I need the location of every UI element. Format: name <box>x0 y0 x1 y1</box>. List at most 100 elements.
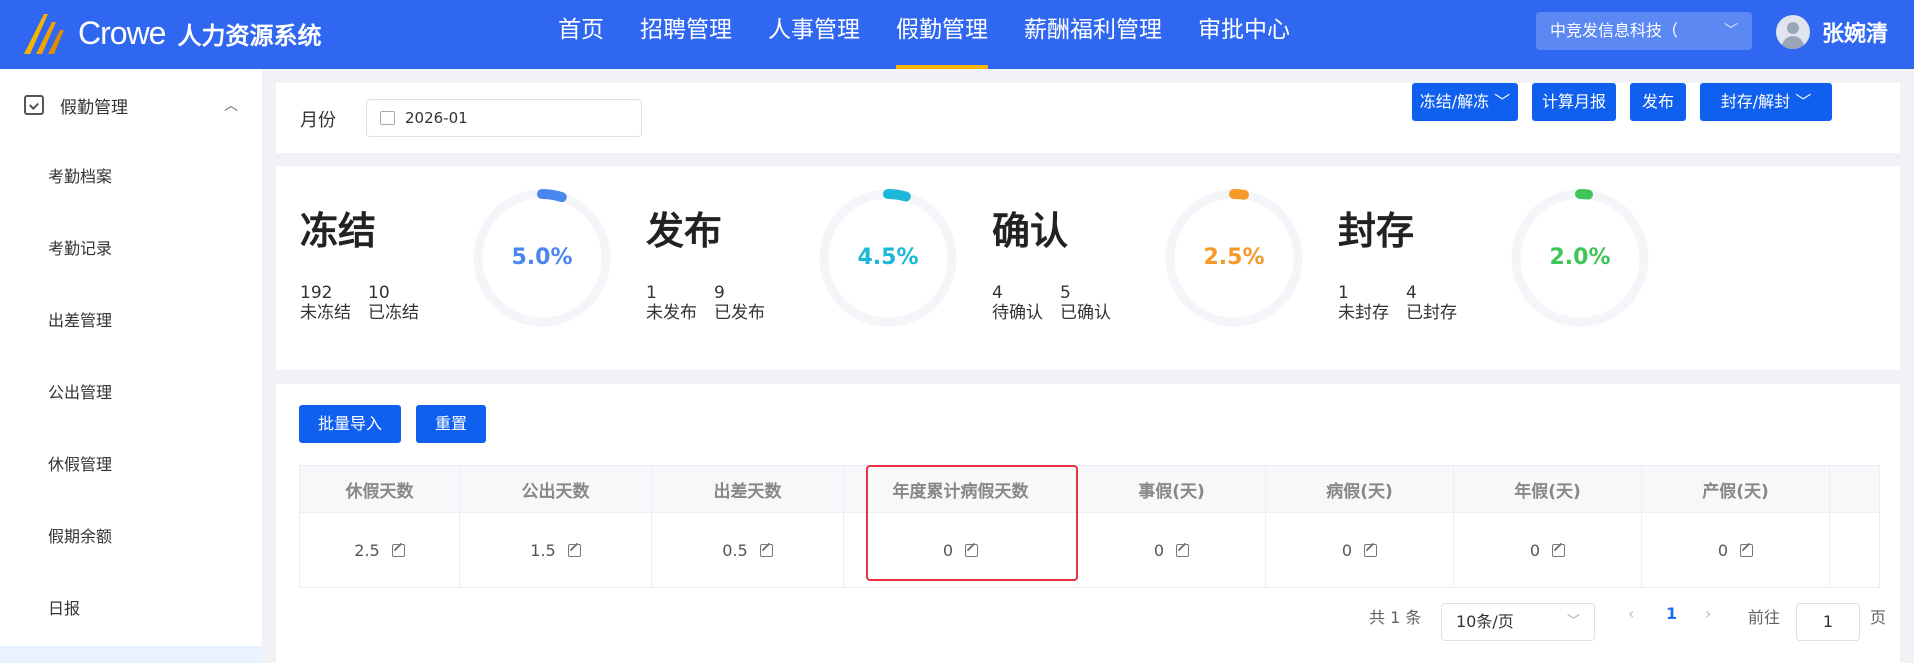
sidebar-item-active[interactable] <box>0 646 262 663</box>
stat-label-2: 已冻结 <box>368 303 419 323</box>
sidebar-item-attendance-file[interactable]: 考勤档案 <box>0 141 262 213</box>
sidebar-item-daily-report[interactable]: 日报 <box>0 573 262 645</box>
column-header-extra <box>1829 465 1880 513</box>
top-navigation-bar: Crowe 人力资源系统 首页 招聘管理 人事管理 假勤管理 薪酬福利管理 审批… <box>0 0 1914 69</box>
nav-recruitment[interactable]: 招聘管理 <box>622 0 750 69</box>
column-header[interactable]: 公出天数 <box>459 465 652 513</box>
calculate-monthly-button[interactable]: 计算月报 <box>1532 83 1616 121</box>
edit-icon[interactable] <box>759 543 773 557</box>
table-cell: 0 <box>1077 512 1266 588</box>
page-number-current[interactable]: 1 <box>1666 604 1677 623</box>
goto-page-input[interactable]: 1 <box>1796 603 1860 641</box>
sidebar-item-leave[interactable]: 休假管理 <box>0 429 262 501</box>
table-cell: 0 <box>1453 512 1642 588</box>
user-name: 张婉清 <box>1822 22 1889 47</box>
cell-value: 0 <box>1341 540 1353 560</box>
stat-label-2: 已确认 <box>1060 303 1111 323</box>
nav-home[interactable]: 首页 <box>540 0 622 69</box>
reset-button[interactable]: 重置 <box>416 405 486 443</box>
column-header[interactable]: 年假(天) <box>1453 465 1642 513</box>
chevron-down-icon: ﹀ <box>1494 92 1511 111</box>
progress-percent: 4.5% <box>857 245 919 270</box>
stat-label-1: 未发布 <box>646 303 697 323</box>
edit-icon[interactable] <box>391 543 405 557</box>
sidebar-group-attendance[interactable]: 假勤管理 ︿ <box>0 69 262 141</box>
nav-payroll[interactable]: 薪酬福利管理 <box>1006 0 1180 69</box>
progress-percent: 2.5% <box>1203 245 1265 270</box>
stat-title: 发布 <box>646 209 723 253</box>
freeze-unfreeze-button[interactable]: 冻结/解冻 ﹀ <box>1412 83 1518 121</box>
column-header[interactable]: 事假(天) <box>1077 465 1266 513</box>
column-header[interactable]: 产假(天) <box>1641 465 1830 513</box>
stat-label-2: 已封存 <box>1406 303 1457 323</box>
logo[interactable]: Crowe 人力资源系统 <box>22 8 321 58</box>
table-cell: 2.5 <box>299 512 460 588</box>
cell-value: 0 <box>1153 540 1165 560</box>
stat-count-2: 5 <box>1060 283 1071 303</box>
nav-approval[interactable]: 审批中心 <box>1180 0 1308 69</box>
page-suffix: 页 <box>1870 608 1887 627</box>
company-name: 中竞发信息科技（ <box>1550 21 1679 40</box>
cell-value: 0 <box>1529 540 1541 560</box>
column-header[interactable]: 休假天数 <box>299 465 460 513</box>
calendar-check-icon <box>24 95 44 115</box>
stat-label-2: 已发布 <box>714 303 765 323</box>
chevron-down-icon: ﹀ <box>1724 23 1738 39</box>
sidebar: 假勤管理 ︿ 考勤档案 考勤记录 出差管理 公出管理 休假管理 假期余额 日报 <box>0 69 262 663</box>
cell-value: 0 <box>1717 540 1729 560</box>
table-cell-extra <box>1829 512 1880 588</box>
edit-icon[interactable] <box>1364 543 1378 557</box>
edit-icon[interactable] <box>1740 543 1754 557</box>
stat-label-1: 待确认 <box>992 303 1043 323</box>
sidebar-item-attendance-record[interactable]: 考勤记录 <box>0 213 262 285</box>
month-picker[interactable]: 2026-01 <box>366 99 642 137</box>
sidebar-item-leave-balance[interactable]: 假期余额 <box>0 501 262 573</box>
progress-percent: 5.0% <box>511 245 573 270</box>
seal-unseal-label: 封存/解封 <box>1720 92 1791 111</box>
chevron-down-icon: ﹀ <box>1795 92 1812 111</box>
nav-personnel[interactable]: 人事管理 <box>750 0 878 69</box>
edit-icon[interactable] <box>567 543 581 557</box>
nav-attendance[interactable]: 假勤管理 <box>878 0 1006 69</box>
page-size-select[interactable]: 10条/页 ﹀ <box>1441 603 1595 641</box>
edit-icon[interactable] <box>1552 543 1566 557</box>
avatar-icon <box>1776 15 1810 49</box>
crowe-logo-icon <box>24 14 64 54</box>
batch-import-button[interactable]: 批量导入 <box>299 405 401 443</box>
data-table-panel: 批量导入 重置 休假天数 公出天数 出差天数 年度累计病假天数 事假(天) 病假… <box>276 384 1900 663</box>
publish-button[interactable]: 发布 <box>1630 83 1686 121</box>
filter-bar: 月份 2026-01 冻结/解冻 ﹀ 计算月报 发布 封存/解封 ﹀ <box>276 83 1900 153</box>
stat-count-1: 4 <box>992 283 1003 303</box>
sidebar-item-business-trip[interactable]: 出差管理 <box>0 285 262 357</box>
stat-count-2: 4 <box>1406 283 1417 303</box>
company-select[interactable]: 中竞发信息科技（ ﹀ <box>1536 12 1752 50</box>
calendar-icon <box>380 111 395 125</box>
sidebar-group-label: 假勤管理 <box>60 97 128 118</box>
main-nav: 首页 招聘管理 人事管理 假勤管理 薪酬福利管理 审批中心 <box>540 0 1308 69</box>
progress-percent: 2.0% <box>1549 245 1611 270</box>
sidebar-item-official-outing[interactable]: 公出管理 <box>0 357 262 429</box>
month-value: 2026-01 <box>405 109 468 127</box>
page-size-value: 10条/页 <box>1456 612 1514 631</box>
stats-panel: 冻结 192 10 未冻结 已冻结 5.0% 发布 1 9 未发布 已发布 4.… <box>276 166 1900 370</box>
table-header-row: 休假天数 公出天数 出差天数 年度累计病假天数 事假(天) 病假(天) 年假(天… <box>299 465 1880 513</box>
seal-unseal-button[interactable]: 封存/解封 ﹀ <box>1700 83 1832 121</box>
table-row: 2.5 1.5 0.5 0 0 0 0 0 <box>299 512 1880 588</box>
user-menu[interactable]: 张婉清 <box>1776 14 1888 50</box>
stat-title: 封存 <box>1338 209 1415 253</box>
edit-icon[interactable] <box>1176 543 1190 557</box>
highlight-box <box>866 465 1078 581</box>
stat-count-1: 1 <box>1338 283 1349 303</box>
table-cell: 0.5 <box>651 512 844 588</box>
pagination-total: 共 1 条 <box>1369 608 1422 627</box>
cell-value: 0.5 <box>722 540 748 560</box>
column-header[interactable]: 病假(天) <box>1265 465 1454 513</box>
leave-table: 休假天数 公出天数 出差天数 年度累计病假天数 事假(天) 病假(天) 年假(天… <box>299 465 1880 588</box>
stat-count-2: 9 <box>714 283 725 303</box>
prev-page-icon[interactable]: ‹ <box>1628 604 1634 623</box>
stat-count-1: 192 <box>300 283 333 303</box>
next-page-icon[interactable]: › <box>1705 604 1711 623</box>
stat-title: 冻结 <box>300 209 377 253</box>
column-header[interactable]: 出差天数 <box>651 465 844 513</box>
goto-label: 前往 <box>1748 608 1781 627</box>
